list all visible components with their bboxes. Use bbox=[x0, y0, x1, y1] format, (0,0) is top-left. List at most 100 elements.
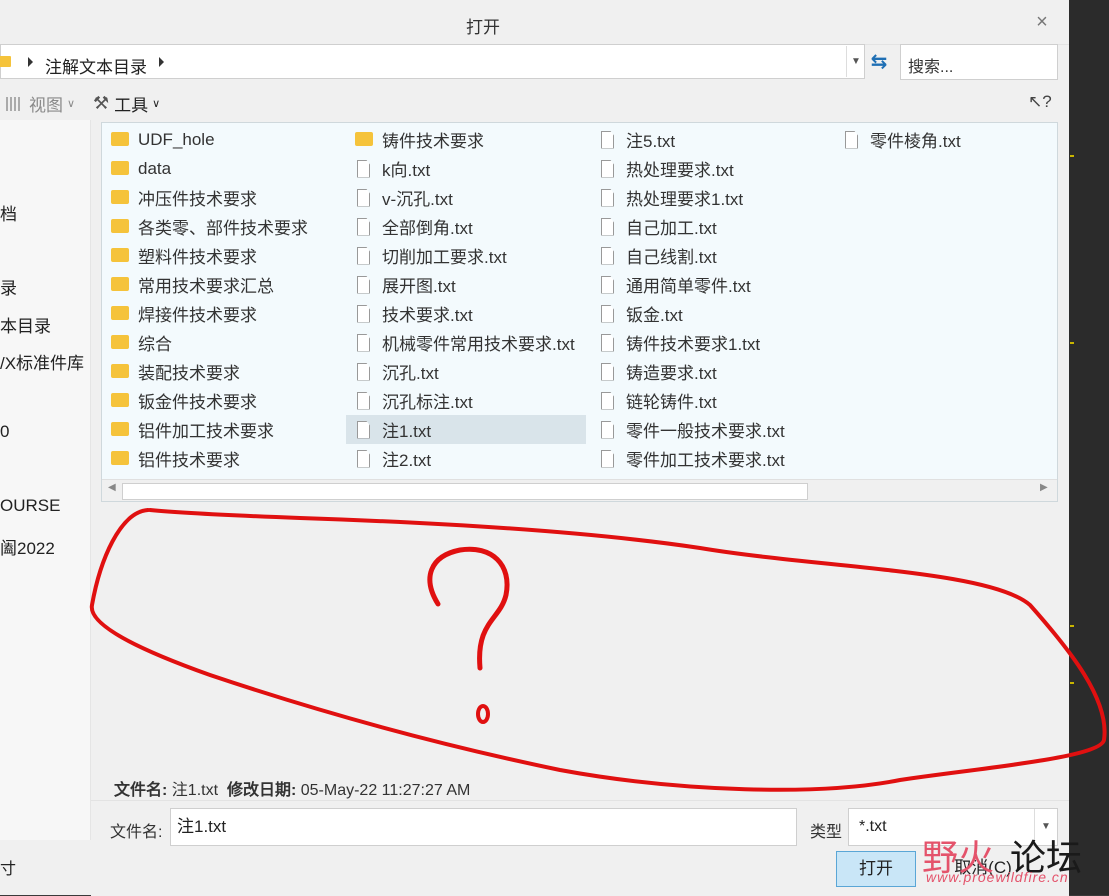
file-item[interactable]: 技术要求.txt bbox=[346, 299, 586, 328]
tools-menu-button[interactable]: ⚒ 工具 ∨ bbox=[93, 91, 160, 116]
nav-item[interactable]: 档 bbox=[0, 200, 17, 225]
scrollbar-thumb[interactable] bbox=[122, 483, 808, 500]
item-label: 钣金.txt bbox=[626, 306, 683, 325]
folder-item[interactable]: 塑料件技术要求 bbox=[102, 241, 342, 270]
folder-item[interactable]: 钣金件技术要求 bbox=[102, 386, 342, 415]
open-button[interactable]: 打开 bbox=[836, 851, 916, 887]
file-item[interactable]: 钣金.txt bbox=[590, 299, 830, 328]
tools-icon: ⚒ bbox=[93, 93, 110, 113]
nav-item[interactable]: 阖2022 bbox=[0, 534, 55, 559]
file-item[interactable]: 铸造要求.txt bbox=[590, 357, 830, 386]
search-input[interactable]: 搜索... bbox=[900, 44, 1058, 80]
chevron-right-icon[interactable] bbox=[28, 57, 33, 67]
filename-label: 文件名: bbox=[110, 824, 163, 841]
close-button[interactable]: × bbox=[1030, 10, 1054, 34]
file-icon bbox=[357, 159, 370, 178]
nav-item[interactable]: /X标准件库 bbox=[0, 349, 84, 374]
item-label: 综合 bbox=[138, 335, 172, 354]
folder-item[interactable]: 铝件技术要求 bbox=[102, 444, 342, 473]
file-icon bbox=[845, 130, 858, 149]
file-list[interactable]: UDF_hole data 冲压件技术要求 各类零、部件技术要求 塑料件技术要求… bbox=[101, 122, 1058, 502]
file-icon bbox=[357, 188, 370, 207]
folder-item[interactable]: 铸件技术要求 bbox=[346, 125, 586, 154]
folder-icon bbox=[111, 131, 129, 146]
folder-item[interactable]: 综合 bbox=[102, 328, 342, 357]
file-item[interactable]: 通用简单零件.txt bbox=[590, 270, 830, 299]
file-item[interactable]: 零件一般技术要求.txt bbox=[590, 415, 830, 444]
context-help-button[interactable]: ↖? bbox=[1028, 92, 1052, 112]
forum-watermark: 野火 论坛 www.proewildfire.cn bbox=[922, 829, 1109, 895]
file-icon bbox=[357, 246, 370, 265]
file-item[interactable]: 沉孔.txt bbox=[346, 357, 586, 386]
folder-icon bbox=[111, 450, 129, 465]
nav-item[interactable]: OURSE bbox=[0, 496, 60, 516]
folder-item[interactable]: 装配技术要求 bbox=[102, 357, 342, 386]
file-item[interactable]: 零件加工技术要求.txt bbox=[590, 444, 830, 473]
file-item[interactable]: 铸件技术要求1.txt bbox=[590, 328, 830, 357]
folder-item[interactable]: 各类零、部件技术要求 bbox=[102, 212, 342, 241]
folder-icon bbox=[111, 247, 129, 262]
folder-item[interactable]: 焊接件技术要求 bbox=[102, 299, 342, 328]
item-label: 注5.txt bbox=[626, 132, 676, 151]
chevron-right-icon[interactable] bbox=[159, 57, 164, 67]
refresh-icon[interactable]: ⇆ bbox=[868, 51, 890, 73]
chevron-down-icon: ∨ bbox=[67, 98, 76, 110]
view-menu-button[interactable]: 视图 ∨ bbox=[6, 91, 75, 116]
file-item-selected[interactable]: 注1.txt bbox=[346, 415, 586, 444]
file-item[interactable]: 注2.txt bbox=[346, 444, 586, 473]
filename-input[interactable]: 注1.txt bbox=[170, 808, 797, 846]
folder-icon bbox=[111, 218, 129, 233]
item-label: 各类零、部件技术要求 bbox=[138, 219, 308, 238]
preview-area bbox=[101, 512, 1058, 772]
folder-icon bbox=[111, 189, 129, 204]
folder-item[interactable]: 冲压件技术要求 bbox=[102, 183, 342, 212]
scroll-left-icon[interactable]: ◀ bbox=[108, 482, 116, 493]
scroll-right-icon[interactable]: ▶ bbox=[1040, 482, 1048, 493]
file-item[interactable]: 注5.txt bbox=[590, 125, 830, 154]
nav-item[interactable]: 录 bbox=[0, 274, 17, 299]
file-icon bbox=[601, 188, 614, 207]
breadcrumb[interactable]: 注解文本目录 bbox=[45, 53, 147, 78]
file-item[interactable]: 热处理要求.txt bbox=[590, 154, 830, 183]
item-label: data bbox=[138, 158, 172, 178]
file-item[interactable]: 展开图.txt bbox=[346, 270, 586, 299]
file-item[interactable]: v-沉孔.txt bbox=[346, 183, 586, 212]
item-label: UDF_hole bbox=[138, 129, 215, 149]
open-file-dialog: 打开 × 注解文本目录 ▼ ⇆ 搜索... 视图 ∨ ⚒ 工具 ∨ ↖? 档 录… bbox=[0, 0, 1070, 896]
address-bar[interactable]: 注解文本目录 ▼ bbox=[0, 44, 865, 79]
grid-view-icon bbox=[6, 96, 22, 111]
folder-item[interactable]: data bbox=[102, 154, 342, 183]
folder-item[interactable]: UDF_hole bbox=[102, 125, 342, 154]
item-label: 展开图.txt bbox=[382, 277, 456, 296]
file-item[interactable]: 沉孔标注.txt bbox=[346, 386, 586, 415]
file-item[interactable]: k向.txt bbox=[346, 154, 586, 183]
address-dropdown-icon[interactable]: ▼ bbox=[846, 46, 865, 77]
item-label: 沉孔标注.txt bbox=[382, 393, 473, 412]
file-item[interactable]: 零件棱角.txt bbox=[834, 125, 1057, 154]
file-icon bbox=[601, 246, 614, 265]
item-label: 全部倒角.txt bbox=[382, 219, 473, 238]
item-label: 铸造要求.txt bbox=[626, 364, 717, 383]
item-label: 零件一般技术要求.txt bbox=[626, 422, 785, 441]
file-item[interactable]: 全部倒角.txt bbox=[346, 212, 586, 241]
file-item[interactable]: 切削加工要求.txt bbox=[346, 241, 586, 270]
folder-item[interactable]: 铝件加工技术要求 bbox=[102, 415, 342, 444]
horizontal-scrollbar[interactable]: ◀ ▶ bbox=[102, 479, 1057, 501]
item-label: 链轮铸件.txt bbox=[626, 393, 717, 412]
item-label: 注2.txt bbox=[382, 451, 432, 470]
file-item[interactable]: 自己加工.txt bbox=[590, 212, 830, 241]
file-item[interactable]: 机械零件常用技术要求.txt bbox=[346, 328, 586, 357]
file-item[interactable]: 自己线割.txt bbox=[590, 241, 830, 270]
file-icon bbox=[601, 159, 614, 178]
file-item[interactable]: 热处理要求1.txt bbox=[590, 183, 830, 212]
item-label: 铸件技术要求 bbox=[382, 132, 484, 151]
title-bar: 打开 × bbox=[0, 0, 1069, 45]
nav-item[interactable]: 0 bbox=[0, 422, 9, 442]
file-icon bbox=[601, 420, 614, 439]
nav-item[interactable]: 本目录 bbox=[0, 312, 51, 337]
file-item[interactable]: 链轮铸件.txt bbox=[590, 386, 830, 415]
nav-item[interactable]: 寸 bbox=[0, 855, 16, 879]
item-label: 常用技术要求汇总 bbox=[138, 277, 274, 296]
folder-icon bbox=[111, 363, 129, 378]
folder-item[interactable]: 常用技术要求汇总 bbox=[102, 270, 342, 299]
